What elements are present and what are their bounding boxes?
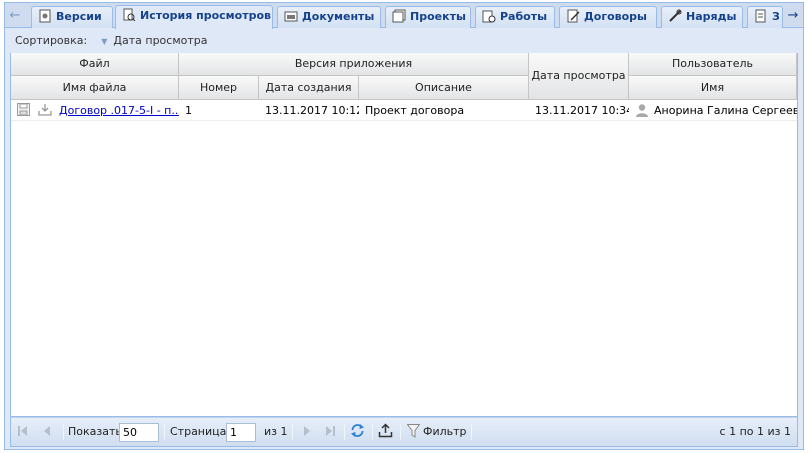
tab-label: Версии: [56, 10, 102, 23]
tab-label: Работы: [500, 10, 548, 23]
last-page-icon[interactable]: [324, 418, 338, 446]
paging-summary: с 1 по 1 из 1: [719, 425, 791, 438]
user-name-text: Анорина Галина Сергеев...: [654, 104, 797, 117]
filter-button[interactable]: Фильтр: [406, 418, 467, 446]
sort-field[interactable]: Дата просмотра: [113, 34, 207, 47]
tab-label: Наряды: [686, 10, 737, 23]
page-count-label: из 1: [264, 425, 288, 438]
tab-strip: ← Версии История просмотров Документы Пр…: [5, 3, 803, 29]
header-file-name[interactable]: Имя файла: [11, 76, 179, 100]
header-created-date[interactable]: Дата создания: [259, 76, 359, 100]
documents-icon: [284, 11, 298, 22]
export-icon[interactable]: [378, 418, 394, 446]
orders-icon: [669, 9, 682, 22]
tab-documents[interactable]: Документы: [277, 6, 381, 28]
header-description[interactable]: Описание: [359, 76, 529, 100]
refresh-icon[interactable]: [350, 418, 366, 446]
file-link[interactable]: Договор .017-5-I - п...: [59, 104, 179, 117]
tab-label: Проекты: [410, 10, 466, 23]
show-label: Показать: [68, 425, 122, 438]
next-page-icon[interactable]: [301, 418, 315, 446]
header-user-name[interactable]: Имя: [629, 76, 797, 100]
filter-icon: [406, 424, 421, 438]
tab-orders[interactable]: Наряды: [661, 6, 743, 28]
versions-icon: [39, 9, 51, 23]
cell-user-name: Анорина Галина Сергеев...: [629, 100, 797, 121]
page-number-input[interactable]: [226, 423, 256, 442]
tab-more[interactable]: З: [747, 6, 783, 28]
pager-separator: [63, 424, 64, 440]
pager-separator: [344, 424, 345, 440]
cell-created-date: 13.11.2017 10:12: [265, 104, 359, 117]
works-icon: [482, 10, 496, 23]
tab-scroll-right-icon[interactable]: →: [785, 6, 801, 26]
cell-file-name: Договор .017-5-I - п...: [11, 100, 179, 121]
tab-contracts[interactable]: Договоры: [559, 6, 657, 28]
tab-projects[interactable]: Проекты: [385, 6, 471, 28]
tab-label: Договоры: [584, 10, 647, 23]
panel: ← Версии История просмотров Документы Пр…: [4, 2, 804, 450]
user-icon: [636, 104, 648, 117]
cell-number: 1: [185, 104, 192, 117]
tab-view-history[interactable]: История просмотров: [115, 5, 273, 29]
page-label: Страница: [170, 425, 227, 438]
tab-label: Документы: [302, 10, 375, 23]
pager-separator: [471, 424, 472, 440]
tab-versions[interactable]: Версии: [31, 6, 113, 28]
header-view-date[interactable]: Дата просмотра: [529, 53, 629, 100]
contracts-icon: [567, 9, 580, 23]
sort-desc-icon[interactable]: ▼: [101, 37, 107, 46]
grid-header: Файл Версия приложения Дата просмотра По…: [11, 53, 797, 100]
cell-view-date: 13.11.2017 10:34: [535, 104, 629, 117]
header-group-user[interactable]: Пользователь: [629, 53, 797, 76]
more-icon: [755, 9, 766, 23]
filter-label: Фильтр: [423, 425, 467, 438]
tab-label: История просмотров: [140, 9, 272, 22]
pager-separator: [292, 424, 293, 440]
paging-toolbar: Показать Страница из 1 Фильтр с 1 по 1 и…: [10, 417, 798, 447]
header-number[interactable]: Номер: [179, 76, 259, 100]
sort-label: Сортировка:: [15, 34, 88, 47]
save-icon[interactable]: [17, 103, 30, 116]
view-history-grid: Файл Версия приложения Дата просмотра По…: [10, 53, 798, 417]
table-row[interactable]: Договор .017-5-I - п... 1 13.11.2017 10:…: [11, 100, 797, 121]
first-page-icon[interactable]: [17, 418, 31, 446]
page-size-input[interactable]: [119, 423, 159, 442]
projects-icon: [392, 9, 406, 23]
tab-scroll-left-icon[interactable]: ←: [7, 6, 23, 26]
tab-label: З: [772, 10, 780, 23]
pager-separator: [372, 424, 373, 440]
header-group-file[interactable]: Файл: [11, 53, 179, 76]
pager-separator: [400, 424, 401, 440]
sort-bar: Сортировка: ▼ Дата просмотра: [5, 29, 803, 53]
history-icon: [123, 8, 136, 22]
download-icon[interactable]: [37, 103, 52, 116]
cell-description: Проект договора: [365, 104, 465, 117]
header-group-app-version[interactable]: Версия приложения: [179, 53, 529, 76]
prev-page-icon[interactable]: [41, 418, 55, 446]
tab-works[interactable]: Работы: [475, 6, 555, 28]
pager-separator: [164, 424, 165, 440]
